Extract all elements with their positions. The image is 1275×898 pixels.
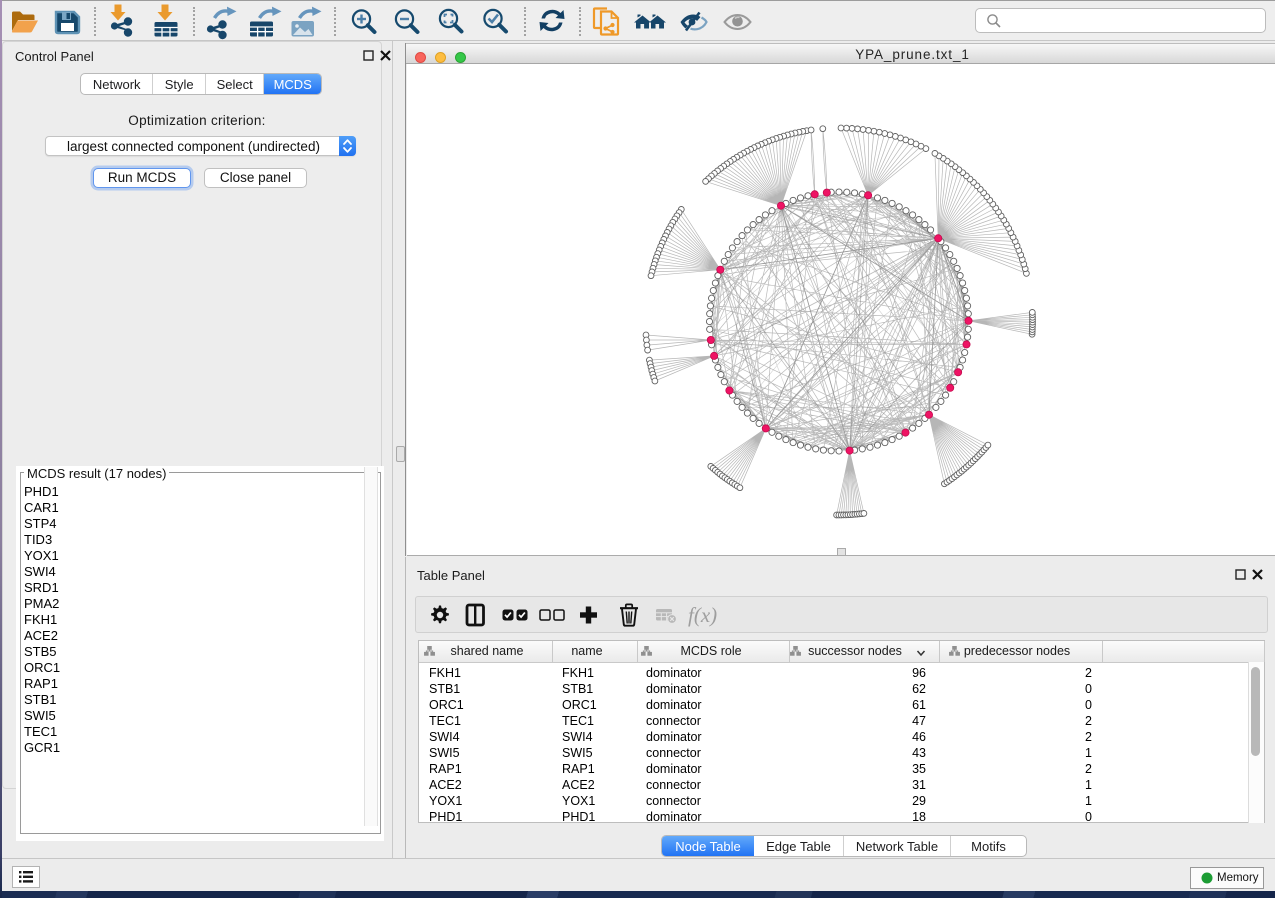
svg-text:f(x): f(x) — [688, 603, 717, 627]
